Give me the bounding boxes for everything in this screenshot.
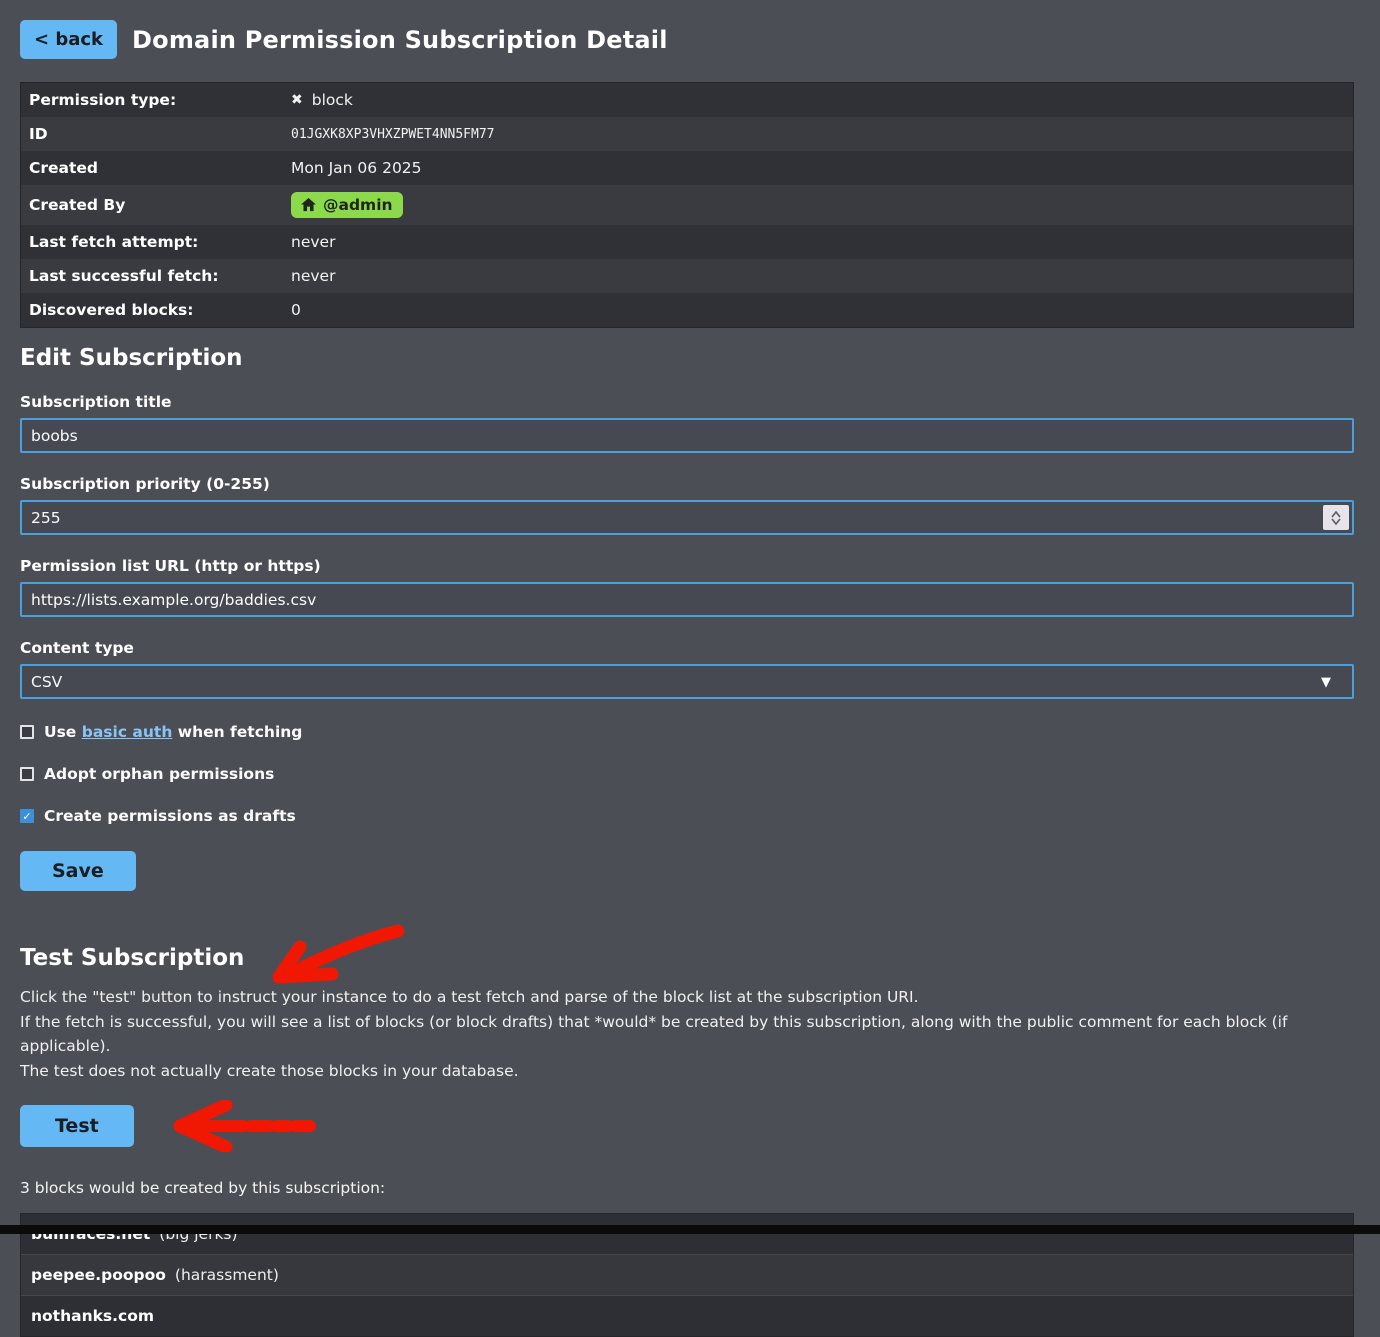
table-row: Permission type: ✖ block	[21, 83, 1353, 117]
row-label: Permission type:	[29, 91, 291, 109]
spinner-down-icon[interactable]	[1331, 518, 1341, 525]
subscription-priority-field	[20, 500, 1354, 535]
list-item: nothanks.com	[21, 1296, 1353, 1336]
create-drafts-checkbox[interactable]: ✓	[20, 809, 34, 823]
test-subscription-section: Test Subscription Click the "test" butto…	[20, 909, 1354, 1337]
permission-list-url-input[interactable]	[20, 582, 1354, 617]
adopt-orphans-checkbox-label: Adopt orphan permissions	[44, 765, 274, 783]
list-item: peepee.poopoo (harassment)	[21, 1255, 1353, 1296]
basic-auth-checkbox[interactable]	[20, 725, 34, 739]
content-type-label: Content type	[20, 639, 1354, 657]
row-value: ✖ block	[291, 91, 353, 109]
row-label: Created	[29, 159, 291, 177]
list-item: bumfaces.net (big jerks)	[21, 1214, 1353, 1255]
adopt-orphans-checkbox-row: Adopt orphan permissions	[20, 765, 1354, 783]
red-arrow-annotation	[258, 923, 404, 985]
create-drafts-checkbox-label: Create permissions as drafts	[44, 807, 296, 825]
content-type-select[interactable]: CSV ▼	[20, 664, 1354, 699]
permission-list-url-label: Permission list URL (http or https)	[20, 557, 1354, 575]
table-row: ID 01JGXK8XP3VHXZPWET4NN5FM77	[21, 117, 1353, 151]
row-label: Discovered blocks:	[29, 301, 291, 319]
block-x-icon: ✖	[291, 92, 303, 108]
discovered-blocks-value: 0	[291, 301, 301, 319]
basic-auth-checkbox-row: Use basic auth when fetching	[20, 723, 1354, 741]
basic-auth-link[interactable]: basic auth	[82, 723, 173, 741]
row-label: Last successful fetch:	[29, 267, 291, 285]
block-domain: nothanks.com	[31, 1307, 154, 1325]
adopt-orphans-checkbox[interactable]	[20, 767, 34, 781]
test-result-summary: 3 blocks would be created by this subscr…	[20, 1179, 1354, 1197]
row-label: ID	[29, 125, 291, 143]
created-by-admin-badge[interactable]: @admin	[291, 192, 403, 218]
subscription-id-value: 01JGXK8XP3VHXZPWET4NN5FM77	[291, 127, 495, 142]
save-button[interactable]: Save	[20, 851, 136, 891]
test-button[interactable]: Test	[20, 1105, 134, 1147]
create-drafts-checkbox-row: ✓ Create permissions as drafts	[20, 807, 1354, 825]
page-header: < back Domain Permission Subscription De…	[20, 20, 1354, 59]
created-by-username: @admin	[323, 196, 393, 214]
created-date-value: Mon Jan 06 2025	[291, 159, 422, 177]
back-button[interactable]: < back	[20, 20, 117, 59]
chevron-down-icon: ▼	[1321, 675, 1331, 690]
content-type-selected-value: CSV	[31, 673, 62, 691]
last-successful-fetch-value: never	[291, 267, 335, 285]
test-description: Click the "test" button to instruct your…	[20, 985, 1354, 1083]
subscription-title-label: Subscription title	[20, 393, 1354, 411]
subscription-detail-table: Permission type: ✖ block ID 01JGXK8XP3VH…	[20, 82, 1354, 328]
subscription-priority-label: Subscription priority (0-255)	[20, 475, 1354, 493]
row-label: Last fetch attempt:	[29, 233, 291, 251]
table-row: Last successful fetch: never	[21, 259, 1353, 293]
last-fetch-attempt-value: never	[291, 233, 335, 251]
page-bottom-edge	[0, 1225, 1380, 1234]
test-subscription-heading: Test Subscription	[20, 945, 244, 971]
red-arrow-annotation	[168, 1100, 320, 1152]
permission-type-value: block	[312, 91, 353, 109]
number-spinner[interactable]	[1323, 505, 1349, 530]
domain-permission-subscription-detail-page: < back Domain Permission Subscription De…	[0, 0, 1380, 1337]
row-label: Created By	[29, 196, 291, 214]
home-icon	[301, 198, 316, 212]
spinner-up-icon[interactable]	[1331, 511, 1341, 518]
block-comment: (harassment)	[175, 1266, 279, 1284]
table-row: Discovered blocks: 0	[21, 293, 1353, 327]
row-value: @admin	[291, 192, 403, 218]
edit-subscription-heading: Edit Subscription	[20, 345, 1354, 371]
table-row: Created By @admin	[21, 185, 1353, 225]
table-row: Last fetch attempt: never	[21, 225, 1353, 259]
page-title: Domain Permission Subscription Detail	[132, 26, 668, 54]
subscription-priority-input[interactable]	[20, 500, 1354, 535]
block-domain: peepee.poopoo	[31, 1266, 166, 1284]
subscription-title-input[interactable]	[20, 418, 1354, 453]
table-row: Created Mon Jan 06 2025	[21, 151, 1353, 185]
basic-auth-checkbox-label: Use basic auth when fetching	[44, 723, 302, 741]
